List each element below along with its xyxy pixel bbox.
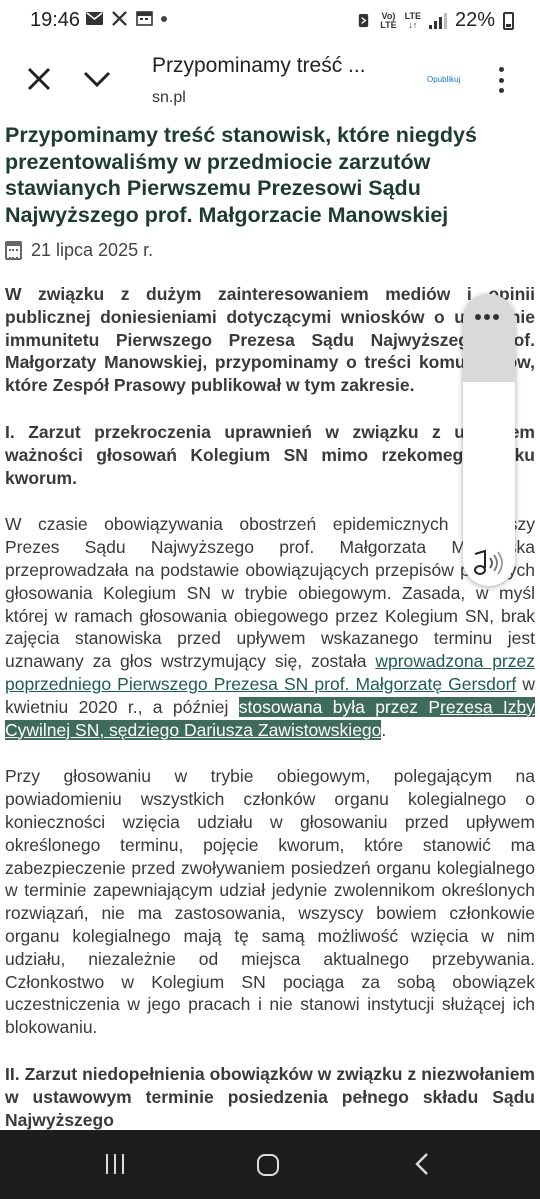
article-date-row: 21 lipca 2025 r. [5,240,535,261]
x-app-icon [112,11,127,26]
back-icon[interactable] [412,1152,432,1176]
panel-handle[interactable] [463,294,515,382]
calendar-app-icon [136,11,153,26]
volte-icon: Vo) LTE [380,10,397,30]
home-icon[interactable] [257,1154,279,1176]
battery-percent: 22% [454,9,495,31]
close-icon[interactable] [26,66,52,92]
battery-icon [503,11,514,30]
page-domain: sn.pl [152,89,186,106]
notification-icons [86,11,167,26]
system-navigation-bar [0,1130,540,1199]
calendar-icon [5,241,22,260]
publish-button[interactable]: Opublikuj [427,75,460,84]
article-paragraph-2: Przy głosowaniu w trybie obiegowym, pole… [5,766,535,1038]
status-bar: 19:46 Vo) LTE LTE ↓↑ 22% [0,0,540,40]
custom-tab-toolbar: Przypominamy treść ... sn.pl Opublikuj [0,40,540,118]
more-options-icon[interactable] [494,67,508,93]
article-content: Przypominamy treść stanowisk, które nieg… [5,118,535,1130]
lte-data-icon: LTE ↓↑ [404,10,421,30]
paragraph-text: stosowana była przez P [238,696,441,717]
mail-icon [86,12,103,25]
recent-apps-icon[interactable] [106,1154,124,1174]
section-heading-2: II. Zarzut niedopełnienia obowiązków w z… [5,1063,535,1130]
music-note-icon[interactable] [471,549,507,577]
section-heading-1: I. Zarzut przekroczenia uprawnień w zwią… [5,421,535,488]
article-lead: W związku z dużym zainteresowaniem medió… [5,284,535,396]
system-status-icons: Vo) LTE LTE ↓↑ 22% [355,9,514,32]
status-time: 19:46 [30,9,81,31]
article-date: 21 lipca 2025 r. [31,240,154,260]
floating-edge-panel[interactable] [463,294,515,586]
paragraph-text: . [381,719,387,740]
article-paragraph-1: W czasie obowiązywania obostrzeń epidemi… [5,513,535,741]
page-title: Przypominamy treść ... [152,54,366,77]
signal-icon [428,12,447,29]
nfc-icon [359,13,369,28]
more-notifications-icon [161,15,167,22]
paragraph-text: W czasie obowiązywania obostrzeń epidemi… [5,514,535,672]
more-horizontal-icon[interactable] [475,314,499,320]
chevron-down-icon[interactable] [82,68,112,90]
article-title: Przypominamy treść stanowisk, które nieg… [5,123,477,227]
